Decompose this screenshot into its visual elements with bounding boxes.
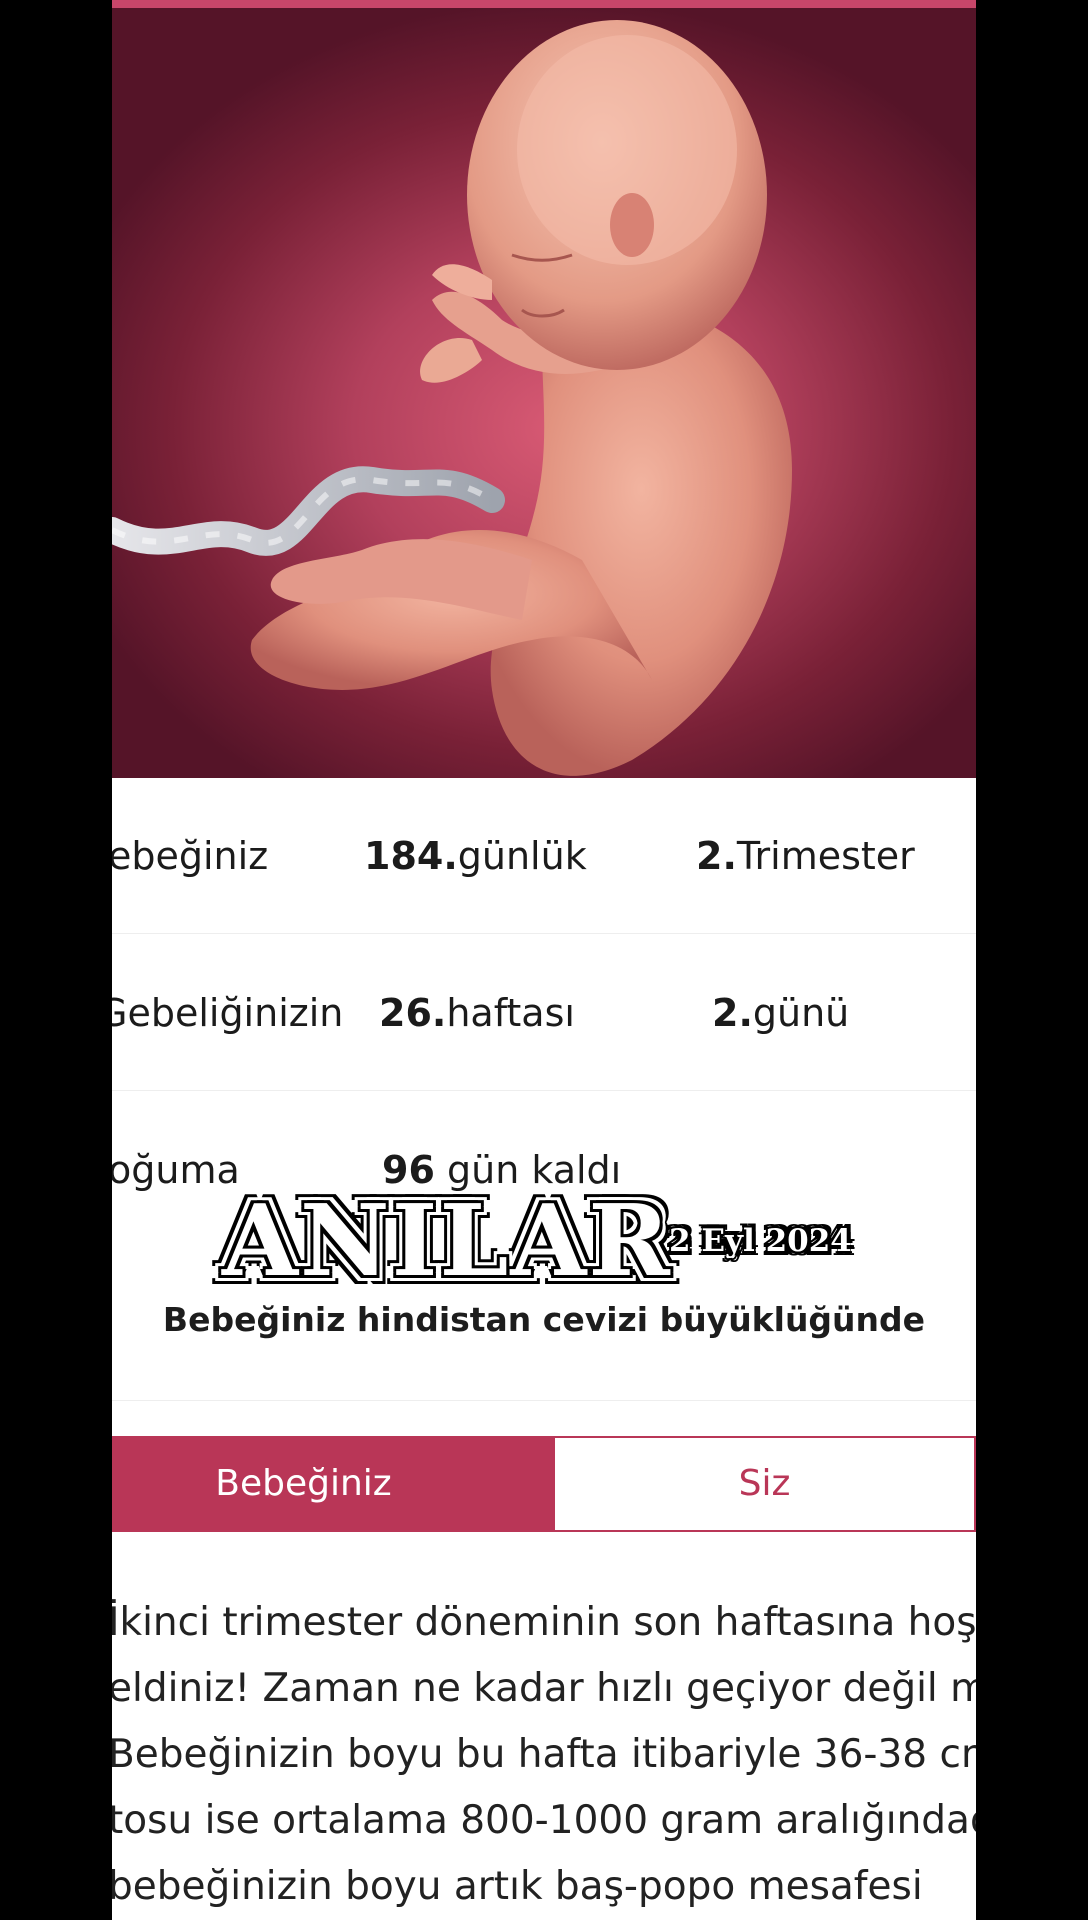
day-number: 2. [712, 991, 753, 1035]
stat-label: oğuma [112, 1148, 240, 1192]
fetus-illustration [112, 0, 976, 778]
tab-bar: Bebeğiniz Siz [112, 1436, 976, 1532]
overlay-title: ANILAR [220, 1184, 672, 1299]
stat-label: Gebeliğinizin [112, 991, 344, 1035]
article-line: tosu ise ortalama 800-1000 gram aralığın… [112, 1798, 976, 1843]
article-line: İkinci trimester döneminin son haftasına… [112, 1600, 976, 1645]
age-days: 184.günlük [364, 778, 587, 934]
app-screen: ebeğiniz 184.günlük 2.Trimester Gebeliği… [112, 0, 976, 1920]
article-line: bebeğinizin boyu artık baş-popo mesafesi [112, 1864, 923, 1909]
article-line: eldiniz! Zaman ne kadar hızlı geçiyor de… [112, 1666, 976, 1711]
tab-you[interactable]: Siz [555, 1436, 976, 1532]
age-days-number: 184. [364, 834, 458, 878]
divider [112, 1400, 976, 1401]
week-unit: haftası [446, 991, 575, 1035]
day-unit: günü [752, 991, 850, 1035]
overlay-date: 2 Eyl 2024 [669, 1223, 852, 1259]
article-text: İkinci trimester döneminin son haftasına… [112, 1590, 976, 1920]
size-comparison: Bebeğiniz hindistan cevizi büyüklüğünde [162, 1300, 926, 1339]
week-number: 26. [379, 991, 447, 1035]
pregnancy-week: 26.haftası [379, 935, 575, 1091]
trimester-number: 2. [696, 834, 737, 878]
stat-row-age: ebeğiniz 184.günlük 2.Trimester [112, 778, 976, 934]
trimester-unit: Trimester [736, 834, 915, 878]
tab-baby[interactable]: Bebeğiniz [112, 1436, 555, 1532]
pregnancy-day: 2.günü [712, 935, 849, 1091]
trimester: 2.Trimester [696, 778, 915, 934]
fetus-image [112, 20, 792, 776]
article-line: Bebeğinizin boyu bu hafta itibariyle 36-… [112, 1732, 976, 1777]
age-days-unit: günlük [457, 834, 587, 878]
stat-row-week: Gebeliğinizin 26.haftası 2.günü [112, 935, 976, 1091]
stat-label: ebeğiniz [112, 834, 269, 878]
